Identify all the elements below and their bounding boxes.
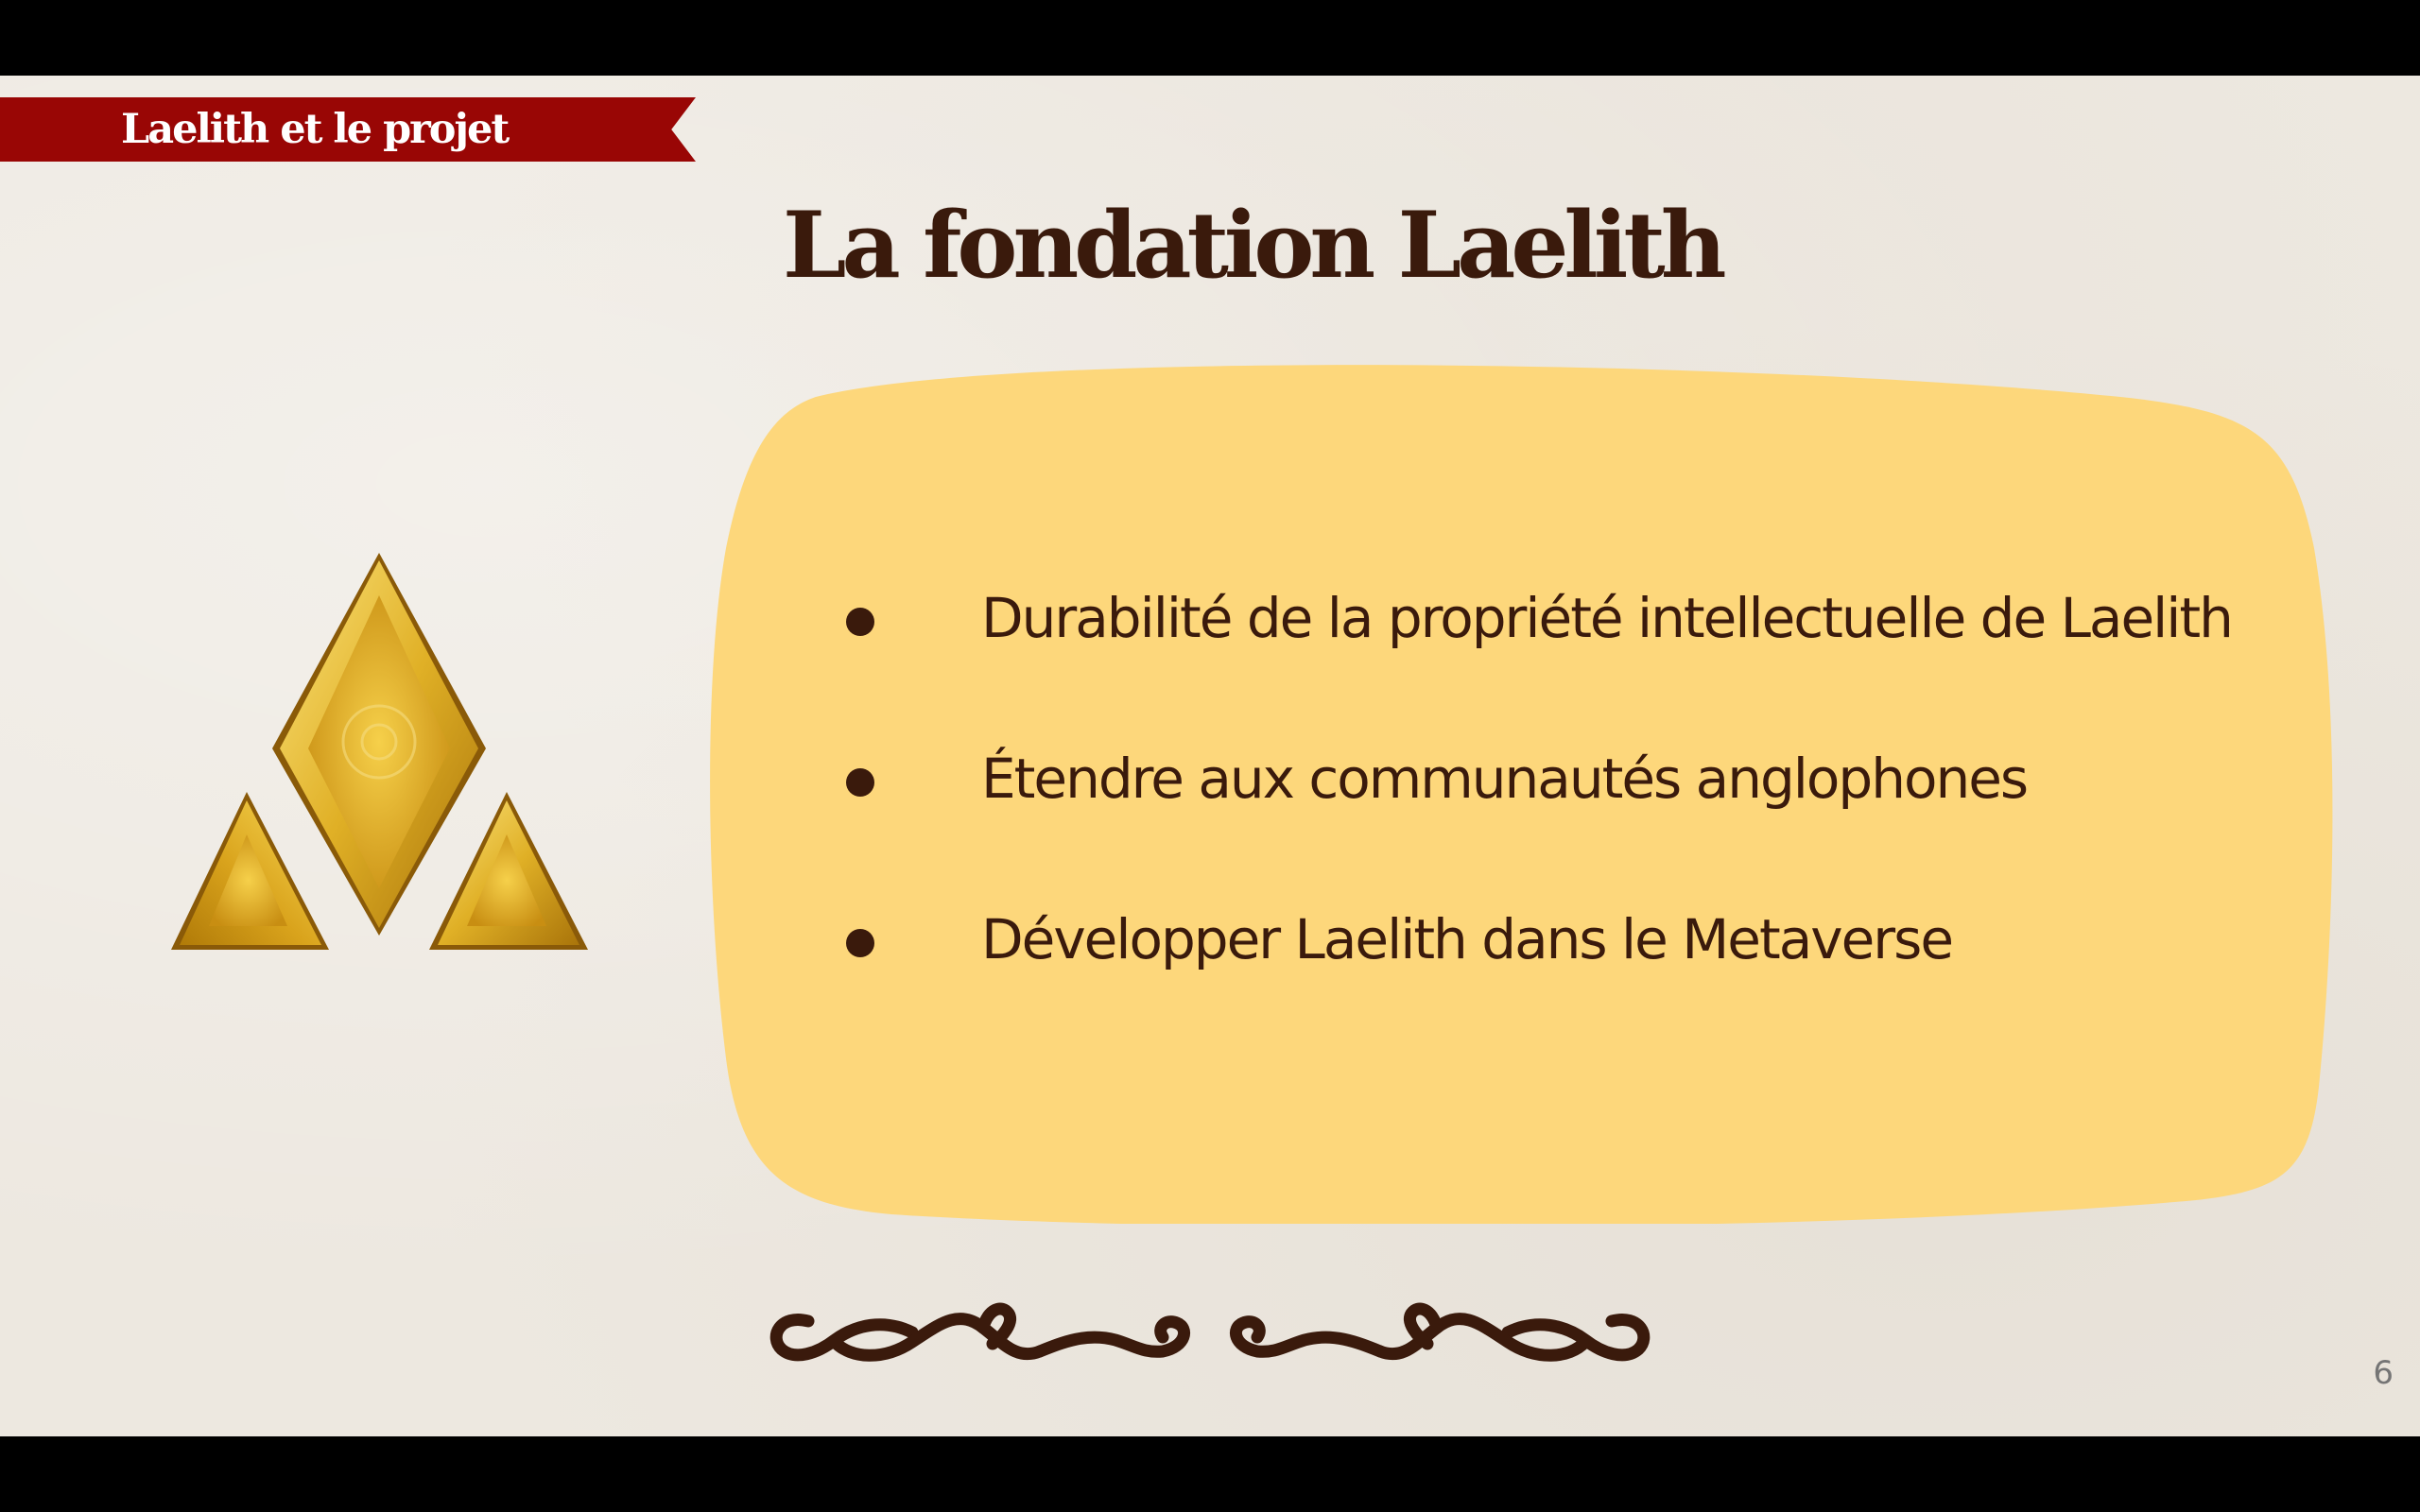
bullet-dot-icon (846, 929, 874, 957)
screen: Laelith et le projet La fondation Laelit… (0, 0, 2420, 1512)
swirl-flourish-icon (761, 1285, 1659, 1380)
bullet-dot-icon (846, 768, 874, 797)
slide: Laelith et le projet La fondation Laelit… (0, 76, 2420, 1436)
list-item: Étendre aux communautés anglophones (846, 730, 2245, 891)
page-title: La fondation Laelith (783, 192, 1726, 299)
bullet-text: Étendre aux communautés anglophones (981, 747, 2029, 811)
page-number: 6 (2373, 1354, 2394, 1392)
section-label: Laelith et le projet (121, 106, 510, 153)
golden-triangle-gems-icon (166, 553, 592, 959)
bullet-dot-icon (846, 608, 874, 636)
list-item: Développer Laelith dans le Metaverse (846, 891, 2245, 1052)
bullet-text: Durabilité de la propriété intellectuell… (981, 586, 2234, 650)
bullet-list: Durabilité de la propriété intellectuell… (846, 570, 2245, 1052)
bullet-text: Développer Laelith dans le Metaverse (981, 907, 1954, 971)
list-item: Durabilité de la propriété intellectuell… (846, 570, 2245, 730)
